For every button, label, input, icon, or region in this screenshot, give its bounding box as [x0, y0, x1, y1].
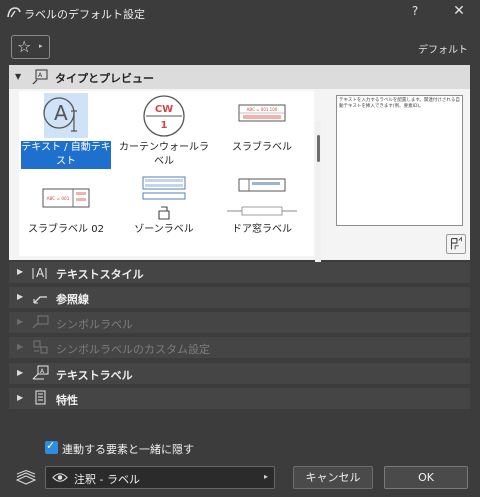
cw-bottom-text: 1	[161, 120, 168, 131]
default-label: デフォルト	[418, 45, 468, 56]
zone-stamp-icon	[142, 176, 186, 220]
caret-right-icon: ▶	[17, 267, 24, 276]
custom-settings-icon	[33, 340, 48, 354]
cancel-button[interactable]: キャンセル	[293, 466, 373, 489]
symbol-label-icon	[32, 315, 49, 329]
type-preview-header[interactable]: ▼ A タイプとプレビュー	[9, 65, 470, 89]
caret-right-icon: ▶	[17, 342, 24, 351]
title-bar: ラベルのデフォルト設定 ? ✕	[0, 0, 480, 26]
layer-value: 注釈 - ラベル	[74, 473, 140, 486]
slab-tag-text: ABC = 001 100	[247, 107, 278, 112]
svg-text:A: A	[36, 266, 45, 280]
panel-title: 特性	[56, 394, 78, 407]
tile-zone-label[interactable]: ゾーンラベル	[119, 173, 209, 253]
star-icon: ☆	[17, 37, 32, 56]
slab-tag-02-icon: ABC = 001	[42, 188, 90, 208]
tile-label: ドア窓ラベル	[232, 224, 292, 235]
tile-label: スラブラベル 02	[28, 224, 104, 235]
layer-select[interactable]: 注釈 - ラベル ▸	[45, 466, 275, 489]
panel-title: テキストスタイル	[56, 268, 144, 281]
properties-icon	[35, 390, 46, 405]
hide-with-element-checkbox[interactable]: ✓	[45, 439, 58, 454]
text-label-icon: A	[32, 365, 49, 380]
layers-icon	[15, 470, 37, 485]
archicad-logo-icon	[7, 7, 21, 18]
pointer-line-icon	[33, 296, 47, 304]
favorites-button[interactable]: ☆ ▸	[11, 35, 50, 59]
panel-title: シンボルラベルのカスタム設定	[56, 343, 210, 356]
tile-slab-label[interactable]: ABC = 001 100 スラブラベル	[217, 91, 307, 171]
preview-settings-button[interactable]	[446, 234, 466, 254]
text-style-icon: A	[32, 266, 47, 280]
tile-text-autotext[interactable]: A テキスト / 自動テキスト	[21, 91, 111, 171]
label-preview-box: テキストを入力するラベルを配置します。関連付けされる自動テキストを挿入できます(…	[336, 95, 463, 226]
panel-title: 参照線	[56, 293, 89, 306]
cw-top-text: CW	[155, 104, 173, 115]
panel-text-style[interactable]: ▶ A テキストスタイル	[9, 262, 470, 283]
panel-properties[interactable]: ▶ 特性	[9, 388, 470, 409]
close-button[interactable]: ✕	[449, 3, 469, 23]
hide-with-element-label[interactable]: 連動する要素と一緒に隠す	[62, 441, 194, 457]
curtain-wall-icon: CW 1	[143, 95, 185, 137]
slab-tag-02-text: ABC = 001	[47, 196, 70, 201]
tile-slab-label-02[interactable]: ABC = 001 スラブラベル 02	[21, 173, 111, 253]
tile-curtain-wall-label[interactable]: CW 1 カーテンウォールラベル	[119, 91, 209, 171]
panel-title: シンボルラベル	[56, 318, 133, 331]
panel-title: テキストラベル	[56, 369, 133, 382]
tile-label: テキスト / 自動テキスト	[21, 141, 111, 169]
tile-label: スラブラベル	[232, 142, 292, 153]
svg-text:A: A	[54, 101, 68, 125]
preview-orientation-icon	[450, 236, 462, 250]
tile-label: カーテンウォールラベル	[119, 142, 209, 167]
chevron-right-icon: ▸	[263, 472, 268, 481]
panel-symbol-label-custom: ▶ シンボルラベルのカスタム設定	[9, 337, 470, 358]
help-button[interactable]: ?	[406, 4, 424, 22]
type-preview-title: タイプとプレビュー	[55, 72, 154, 85]
label-type-icon: A	[32, 69, 48, 85]
window-title: ラベルのデフォルト設定	[24, 8, 145, 21]
caret-down-icon: ▼	[15, 72, 22, 81]
tile-label: ゾーンラベル	[134, 224, 194, 235]
caret-right-icon: ▶	[17, 292, 24, 301]
caret-right-icon: ▶	[17, 368, 24, 377]
svg-text:A: A	[38, 72, 43, 79]
caret-right-icon: ▶	[17, 393, 24, 402]
slab-tag-icon: ABC = 001 100	[238, 104, 286, 122]
label-type-gallery: A テキスト / 自動テキスト CW 1 カーテンウォールラベル ABC = 0…	[19, 91, 321, 277]
checkmark-icon: ✓	[46, 439, 56, 452]
panel-pointer[interactable]: ▶ 参照線	[9, 287, 470, 308]
eye-icon	[52, 473, 68, 482]
tile-door-window-label[interactable]: ドア窓ラベル	[217, 173, 307, 253]
gallery-scroll-thumb[interactable]	[317, 135, 320, 162]
caret-right-icon: ▶	[17, 317, 24, 326]
door-window-icon	[227, 178, 297, 216]
panel-text-label[interactable]: ▶ A テキストラベル	[9, 363, 470, 384]
ok-button[interactable]: OK	[384, 466, 468, 489]
chevron-right-icon: ▸	[39, 42, 43, 50]
panel-symbol-label: ▶ シンボルラベル	[9, 312, 470, 333]
text-label-icon: A	[43, 93, 88, 138]
preview-description: テキストを入力するラベルを配置します。関連付けされる自動テキストを挿入できます(…	[339, 98, 460, 109]
